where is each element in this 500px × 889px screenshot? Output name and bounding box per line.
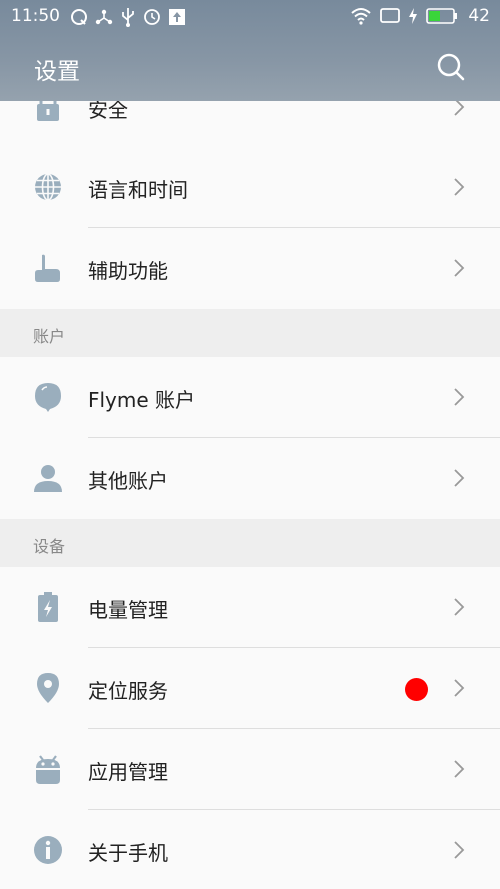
location-icon xyxy=(37,673,59,703)
chevron-right-icon xyxy=(454,760,465,778)
flyme-icon xyxy=(35,383,61,412)
usb-icon xyxy=(122,8,134,27)
section-label: 账户 xyxy=(33,327,66,346)
settings-item-security[interactable]: 安全 xyxy=(0,101,500,148)
upload-icon xyxy=(169,9,185,25)
settings-item-label: 电量管理 xyxy=(88,598,168,622)
globe-icon xyxy=(35,173,61,201)
chevron-right-icon xyxy=(454,388,465,406)
settings-item-label: 定位服务 xyxy=(88,679,168,703)
chevron-right-icon xyxy=(454,841,465,859)
section-header-account: 账户 xyxy=(0,309,500,357)
battery-icon xyxy=(426,8,458,24)
settings-item-label: 语言和时间 xyxy=(88,178,188,202)
battery-percentage: 42 xyxy=(468,6,490,26)
settings-item-label: 其他账户 xyxy=(88,469,168,493)
share-icon xyxy=(95,9,113,25)
settings-item-accessibility[interactable]: 辅助功能 xyxy=(0,228,500,309)
lock-icon xyxy=(37,101,59,121)
settings-item-label: 关于手机 xyxy=(88,841,168,865)
settings-item-power-management[interactable]: 电量管理 xyxy=(0,567,500,648)
settings-item-flyme-account[interactable]: Flyme 账户 xyxy=(0,357,500,438)
settings-item-about-phone[interactable]: 关于手机 xyxy=(0,810,500,889)
settings-item-label: 安全 xyxy=(88,101,128,122)
page-title: 设置 xyxy=(34,59,80,85)
settings-item-app-management[interactable]: 应用管理 xyxy=(0,729,500,810)
chevron-right-icon xyxy=(454,469,465,487)
search-icon[interactable] xyxy=(435,51,467,83)
status-time: 11:50 xyxy=(11,6,60,26)
chevron-right-icon xyxy=(454,259,465,277)
settings-item-other-accounts[interactable]: 其他账户 xyxy=(0,438,500,519)
chevron-right-icon xyxy=(454,101,465,116)
chevron-right-icon xyxy=(454,598,465,616)
settings-item-language-time[interactable]: 语言和时间 xyxy=(0,147,500,228)
settings-item-location-services[interactable]: 定位服务 xyxy=(0,648,500,729)
status-bar: 11:50 42 xyxy=(0,0,500,36)
settings-item-label: 应用管理 xyxy=(88,760,168,784)
settings-item-label: 辅助功能 xyxy=(88,259,168,283)
charging-icon xyxy=(409,8,418,24)
notification-badge xyxy=(405,678,428,701)
clock-icon xyxy=(144,9,160,25)
wifi-icon xyxy=(351,8,372,25)
notification-icon xyxy=(71,9,87,25)
battery-manage-icon xyxy=(38,592,58,622)
title-bar: 设置 xyxy=(0,36,500,101)
person-icon xyxy=(34,465,62,492)
section-header-device: 设备 xyxy=(0,519,500,567)
status-icons-left xyxy=(70,7,186,27)
status-icons-right: 42 xyxy=(350,6,490,26)
settings-item-label: Flyme 账户 xyxy=(88,388,196,412)
chevron-right-icon xyxy=(454,679,465,697)
app-header: 11:50 42 设置 xyxy=(0,0,500,101)
chevron-right-icon xyxy=(454,178,465,196)
settings-list[interactable]: 安全 语言和时间 辅助功能 账户 Flyme 账户 其他账户 设备 电量管理 定… xyxy=(0,101,500,889)
screen-icon xyxy=(380,8,401,23)
section-label: 设备 xyxy=(33,537,66,556)
android-icon xyxy=(36,755,60,784)
hand-icon xyxy=(35,254,60,282)
info-icon xyxy=(34,836,62,864)
